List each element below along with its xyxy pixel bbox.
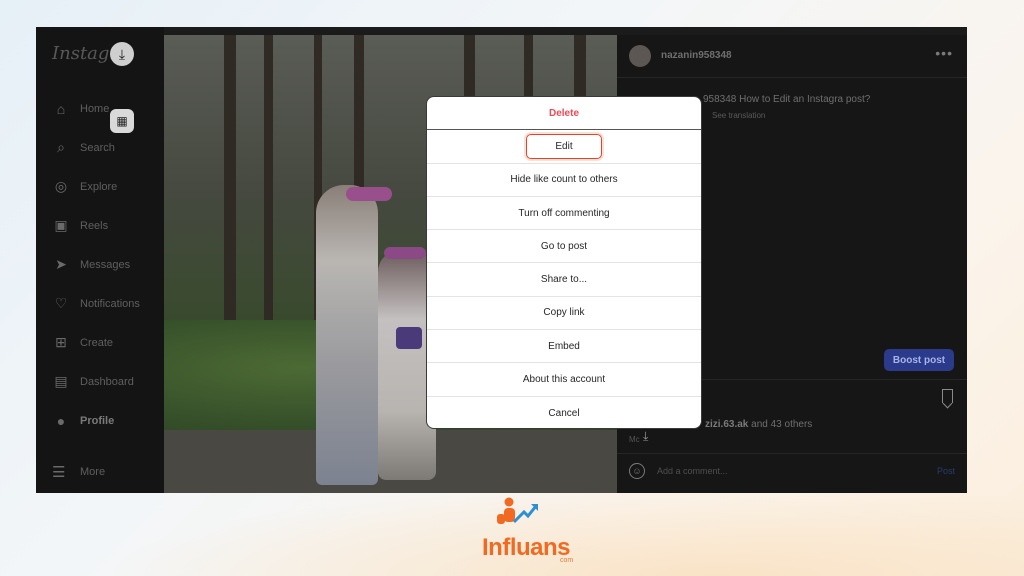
likes-rest: and 43 others [748,419,813,430]
plus-icon: ⊞ [55,334,67,350]
sidebar-item-label: Home [80,102,110,115]
more-options-icon[interactable]: ••• [935,45,953,61]
avatar[interactable] [629,45,651,67]
share-to-button[interactable]: Share to... [427,263,701,297]
hide-like-count-button[interactable]: Hide like count to others [427,164,701,197]
post-caption: 958348 How to Edit an Instagra post? [703,94,871,105]
sidebar-item-label: Messages [80,258,131,271]
sidebar-item-label: Search [80,141,115,154]
sidebar-item-notifications[interactable]: ♡ Notifications [36,284,164,323]
post-date: Mc [629,435,640,444]
sidebar-item-label: Profile [80,414,115,427]
dress-bow [396,327,422,349]
delete-button[interactable]: Delete [427,97,701,131]
tree-trunk [224,35,236,325]
avatar-icon: ● [56,412,66,429]
sidebar-item-dashboard[interactable]: ▤ Dashboard [36,362,164,401]
sidebar: Instagra ⤓ ▦ ⌂ Home ⌕ Search ◎ Explore ▣… [36,27,164,493]
likes-summary[interactable]: zizi.63.ak and 43 others [705,419,812,430]
brand-logo-icon [497,497,538,524]
compass-icon: ◎ [54,178,68,194]
search-icon: ⌕ [57,139,65,155]
embed-button[interactable]: Embed [427,330,701,364]
copy-link-button[interactable]: Copy link [427,297,701,331]
divider [617,77,967,78]
edit-label: Edit [526,133,602,159]
flower-crown [346,187,392,201]
go-to-post-button[interactable]: Go to post [427,230,701,264]
menu-item-label: Cancel [548,407,580,419]
sidebar-item-home[interactable]: ⌂ Home [36,89,164,128]
sidebar-item-label: Create [80,336,114,349]
menu-item-label: Copy link [543,307,585,319]
emoji-icon[interactable]: ☺ [629,463,645,479]
sidebar-item-reels[interactable]: ▣ Reels [36,206,164,245]
brand-suffix: com [560,557,574,564]
see-translation-link[interactable]: See translation [712,111,765,120]
sidebar-item-explore[interactable]: ◎ Explore [36,167,164,206]
turn-off-commenting-button[interactable]: Turn off commenting [427,197,701,231]
menu-item-label: Share to... [540,274,588,286]
likes-user[interactable]: zizi.63.ak [705,419,748,430]
menu-item-label: Hide like count to others [510,174,618,186]
delete-label: Delete [548,107,579,119]
dashboard-icon: ▤ [54,373,68,389]
post-comment-button[interactable]: Post [937,466,955,476]
divider [617,453,967,454]
brand-name: Influans [482,534,571,561]
sidebar-item-label: Reels [80,219,109,232]
sidebar-item-label: Dashboard [80,375,134,388]
home-icon: ⌂ [56,100,66,117]
post-username[interactable]: nazanin958348 [661,50,732,61]
sidebar-item-create[interactable]: ⊞ Create [36,323,164,362]
edit-button[interactable]: Edit [427,130,701,164]
menu-item-label: Turn off commenting [518,207,610,219]
download-icon[interactable]: ⤓ [110,42,134,66]
sidebar-item-label: More [80,466,106,478]
download-arrow-icon[interactable]: ⤓ [643,429,648,444]
sidebar-item-more[interactable]: ☰ More [52,463,105,481]
brand-watermark: Influans com [474,494,584,574]
sidebar-item-label: Explore [80,180,118,193]
menu-item-label: Go to post [540,240,588,252]
about-account-button[interactable]: About this account [427,363,701,397]
boost-post-button[interactable]: Boost post [884,349,954,371]
heart-icon: ♡ [54,295,68,311]
comment-input[interactable]: Add a comment... [657,466,728,476]
person-woman [316,185,378,485]
menu-item-label: About this account [522,374,606,386]
bookmark-icon[interactable] [942,389,953,403]
tree-trunk [264,35,273,335]
menu-item-label: Embed [548,340,580,352]
sidebar-item-label: Notifications [80,297,140,310]
messages-icon: ➤ [55,256,67,272]
hamburger-menu-icon: ☰ [52,464,66,481]
cancel-button[interactable]: Cancel [427,397,701,428]
sidebar-nav: ⌂ Home ⌕ Search ◎ Explore ▣ Reels ➤ Mess… [36,89,164,440]
reels-icon: ▣ [54,217,68,233]
post-options-modal: Delete Edit Hide like count to others Tu… [426,96,702,429]
flower-crown [384,247,426,259]
sidebar-item-profile[interactable]: ● Profile [36,401,164,440]
sidebar-item-search[interactable]: ⌕ Search [36,128,164,167]
sidebar-item-messages[interactable]: ➤ Messages [36,245,164,284]
